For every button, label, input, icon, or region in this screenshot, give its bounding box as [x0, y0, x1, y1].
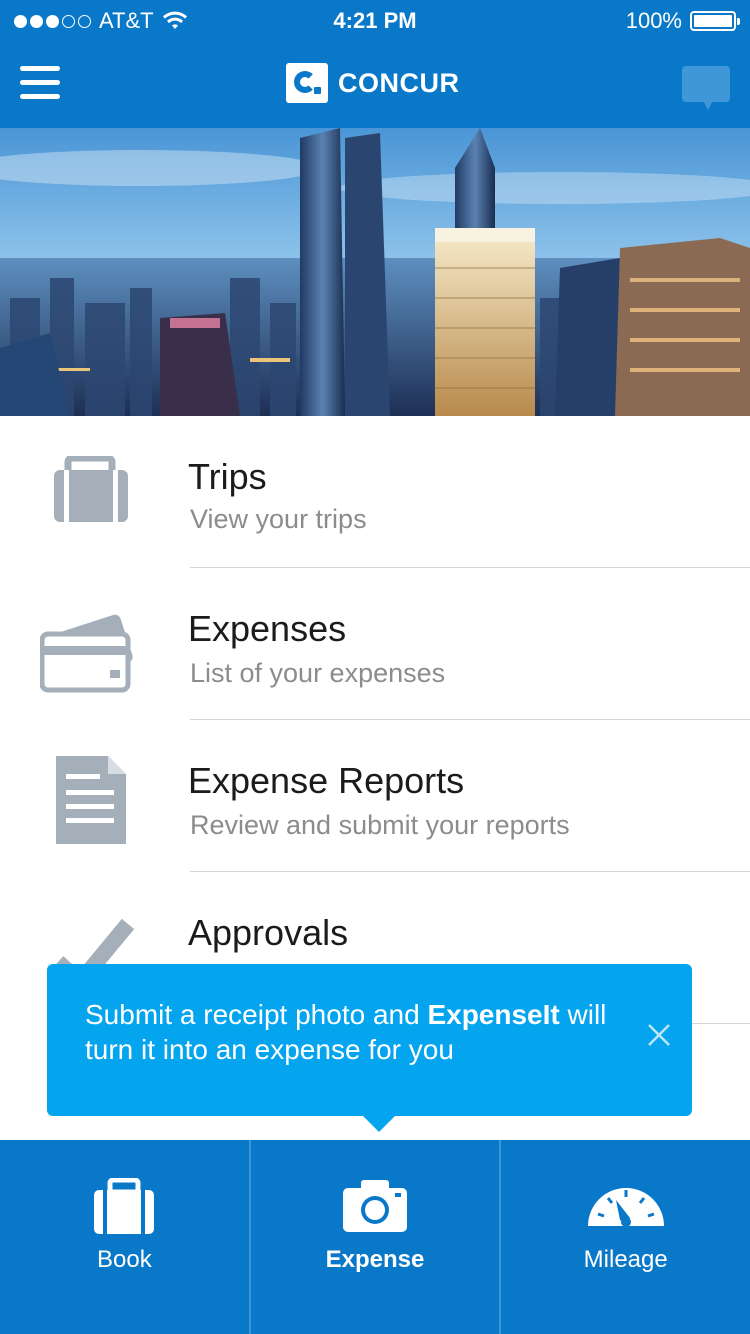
battery-status: 100%: [625, 8, 740, 34]
menu-item-title: Expenses: [188, 608, 347, 649]
briefcase-icon: [94, 1178, 155, 1234]
logo-text: CONCUR: [338, 67, 460, 98]
tab-label: Book: [96, 1246, 152, 1273]
hamburger-icon[interactable]: [20, 66, 60, 100]
menu-item-trips[interactable]: Trips View your trips: [0, 416, 750, 568]
menu-item-subtitle: List of your expenses: [190, 658, 446, 688]
app-header: AT&T 4:21 PM 100% CONCUR: [0, 0, 750, 128]
concur-logo: CONCUR: [286, 63, 460, 103]
chat-bubble-icon[interactable]: [682, 66, 730, 110]
expenseit-tooltip: Submit a receipt photo and ExpenseIt wil…: [47, 964, 692, 1132]
battery-icon: [690, 11, 740, 31]
status-bar: AT&T 4:21 PM 100%: [0, 0, 750, 40]
concur-logo-icon: [286, 63, 328, 103]
battery-percent: 100%: [625, 8, 682, 33]
menu-item-title: Expense Reports: [188, 760, 465, 801]
tooltip-message: Submit a receipt photo and ExpenseIt wil…: [85, 999, 607, 1065]
bottom-tab-bar: Book Expense Mileage: [0, 1140, 750, 1334]
tab-expense[interactable]: Expense: [248, 1140, 500, 1334]
tab-book[interactable]: Book: [0, 1140, 249, 1334]
menu-item-title: Trips: [188, 456, 267, 497]
menu-item-title: Approvals: [188, 912, 349, 953]
speedometer-icon: [587, 1188, 664, 1227]
document-icon: [56, 756, 126, 844]
menu-item-subtitle: View your trips: [190, 504, 367, 534]
main-menu-list: Trips View your trips Expenses List of y…: [0, 416, 750, 1024]
camera-icon: [343, 1180, 407, 1232]
tab-label: Expense: [325, 1246, 425, 1273]
tab-label: Mileage: [583, 1246, 668, 1273]
credit-card-icon: [40, 614, 133, 693]
menu-item-expense-reports[interactable]: Expense Reports Review and submit your r…: [0, 720, 750, 872]
briefcase-icon: [54, 456, 128, 522]
menu-item-expenses[interactable]: Expenses List of your expenses: [0, 568, 750, 720]
close-icon[interactable]: [644, 1020, 674, 1050]
tab-mileage[interactable]: Mileage: [499, 1140, 750, 1334]
hero-city-image: [0, 128, 750, 416]
menu-item-subtitle: Review and submit your reports: [190, 810, 570, 840]
